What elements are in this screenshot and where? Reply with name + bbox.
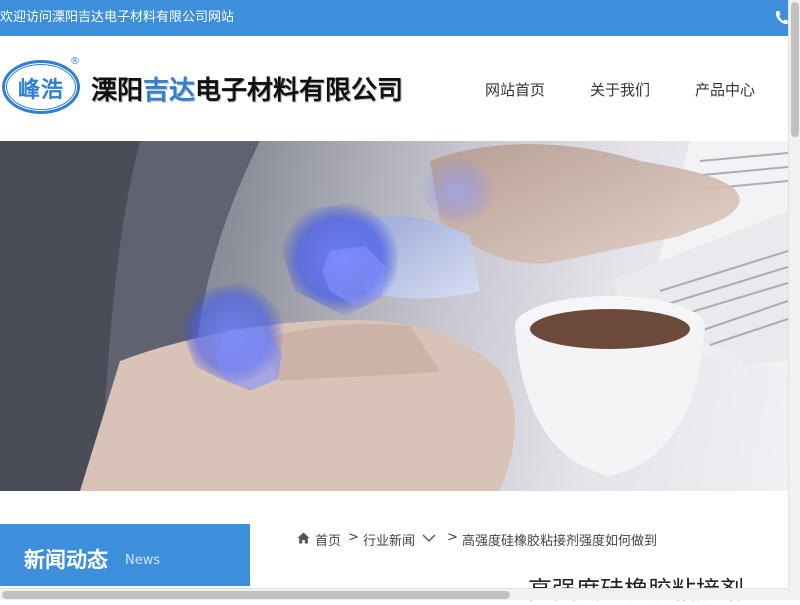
horizontal-scrollbar-thumb[interactable] [2,591,510,599]
sidebar-title-en: News [125,553,161,568]
logo[interactable]: 峰浩 ® [0,56,84,116]
nav-item-products[interactable]: 产品中心 [695,79,755,100]
company-name-part1: 溧阳 [91,76,144,106]
horizontal-scrollbar[interactable] [0,588,788,600]
breadcrumb-separator: > [348,530,359,545]
home-icon [297,532,310,544]
logo-mark-text: 峰浩 [17,77,64,103]
company-name: 溧阳吉达电子材料有限公司 [91,70,403,107]
banner-image [0,141,788,491]
phone-icon [775,11,788,25]
breadcrumb-category[interactable]: 行业新闻 [363,530,415,549]
vertical-scrollbar[interactable] [788,0,800,588]
top-bar: 欢迎访问溧阳吉达电子材料有限公司网站 [0,0,788,36]
nav-item-home[interactable]: 网站首页 [485,79,545,100]
vertical-scrollbar-thumb[interactable] [791,2,799,137]
breadcrumb-home[interactable]: 首页 [315,530,341,549]
breadcrumb-separator: > [447,530,458,545]
company-name-highlight: 吉达 [143,76,196,106]
welcome-text: 欢迎访问溧阳吉达电子材料有限公司网站 [0,10,235,25]
breadcrumb-current: 高强度硅橡胶粘接剂强度如何做到 [462,534,658,549]
company-name-part2: 电子材料有限公司 [195,76,404,106]
sidebar-title-box: 新闻动态 News [0,524,250,586]
site-header: 峰浩 ® 溧阳吉达电子材料有限公司 网站首页 关于我们 产品中心 [0,36,788,141]
nav-item-about[interactable]: 关于我们 [590,79,650,100]
banner-photo [0,141,788,491]
sidebar-title: 新闻动态 [24,548,108,572]
chevron-down-icon[interactable] [422,534,436,543]
registered-mark: ® [70,56,80,67]
scrollbar-corner [788,588,800,600]
